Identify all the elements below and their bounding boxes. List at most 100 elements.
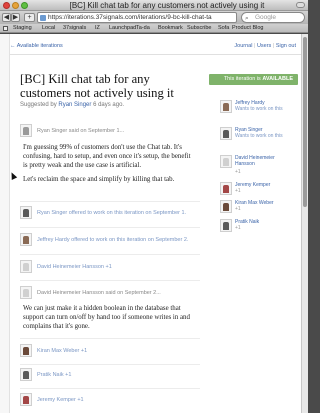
divider [20,254,200,255]
sidebar-person-status: Wants to work on this [235,133,283,139]
avatar-photo [23,263,29,271]
journal-link[interactable]: Journal [234,43,252,49]
scrollbar-thumb[interactable] [303,37,307,207]
activity-text: David Heinemeier Hansson +1 [37,264,112,270]
comment-body: We can just make it a hidden boolean in … [23,304,191,331]
comment-paragraph: Let's reclaim the space and simplify by … [23,176,175,183]
suggester-link[interactable]: Ryan Singer [58,102,91,108]
avatar [220,182,232,195]
avatar [20,286,32,299]
avatar [20,368,32,381]
page-viewport: ← Available iterations Journal | Users |… [0,34,301,413]
divider [20,388,200,389]
activity-text: Jeremy Kemper +1 [37,397,84,403]
minimize-window-button[interactable] [12,2,19,9]
comment-paragraph: We can just make it a hidden boolean in … [23,305,190,330]
address-bar[interactable]: https://iterations.37signals.com/iterati… [37,12,237,23]
divider [20,338,200,339]
comment-paragraph: I'm guessing 99% of customers don't use … [23,144,191,169]
avatar [220,219,232,232]
sidebar-person-status: +1 [235,206,241,212]
comment-meta: Ryan Singer said on September 1... [37,128,125,134]
bookmark-item[interactable]: Sofa [218,24,229,32]
activity-text: Pratik Naik +1 [37,372,72,378]
bookmark-item[interactable]: Product Blog [232,24,264,32]
avatar [20,260,32,273]
window-titlebar: [BC] Kill chat tab for any customers not… [0,0,308,11]
status-prefix: This iteration is [223,76,261,82]
avatar [20,393,32,406]
avatar-photo [23,209,29,217]
bookmarks-grid-icon[interactable] [3,26,8,31]
avatar-photo [223,203,229,211]
add-bookmark-button[interactable]: + [24,13,35,22]
avatar-photo [23,289,29,297]
back-button[interactable]: ◀ [2,13,11,22]
sidebar-person-status: +1 [235,188,241,194]
iteration-title: [BC] Kill chat tab for any customers not… [20,72,174,100]
suggested-when: 6 days ago. [93,102,125,108]
avatar-photo [223,130,229,138]
comment-body: I'm guessing 99% of customers don't use … [23,143,191,184]
bookmark-item[interactable]: Subscribe [187,24,211,32]
avatar [220,100,232,113]
bookmark-item[interactable]: Staging [13,24,32,32]
avatar-photo [223,185,229,193]
account-links: Journal | Users | Sign out [234,43,296,49]
status-badge: This iteration is AVAILABLE [209,74,298,85]
bookmark-item[interactable]: Local [42,24,55,32]
zoom-window-button[interactable] [21,2,28,9]
toolbar-toggle-button[interactable] [296,2,305,8]
avatar-photo [223,103,229,111]
avatar [20,233,32,246]
bookmarks-bar: Staging Local 37signals IZ Launchpad Ta-… [0,24,308,33]
bookmark-item[interactable]: Bookmark [158,24,183,32]
status-value: AVAILABLE [262,76,293,82]
avatar [220,155,232,168]
avatar [20,124,32,137]
activity-text: Ryan Singer offered to work on this iter… [37,210,187,216]
divider [20,280,200,281]
bookmark-item[interactable]: Ta-da [136,24,150,32]
address-url: https://iterations.37signals.com/iterati… [48,14,212,21]
bookmark-item[interactable]: 37signals [63,24,86,32]
bookmark-item[interactable]: IZ [95,24,100,32]
sidebar-person-name[interactable]: David Heinemeier Hansson [235,155,295,167]
avatar-photo [23,371,29,379]
avatar-photo [23,236,29,244]
browser-toolbar: ◀ ▶ + https://iterations.37signals.com/i… [0,11,308,24]
activity-text: Jeffrey Hardy offered to work on this it… [37,237,189,243]
divider [10,54,301,55]
avatar [20,206,32,219]
top-nav: ← Available iterations Journal | Users |… [10,40,301,52]
avatar-photo [23,127,29,135]
comment-meta: David Heinemeier Hansson said on Septemb… [37,290,161,296]
divider [20,364,200,365]
avatar-photo [23,347,29,355]
window-title: [BC] Kill chat tab for any customers not… [69,1,265,10]
sidebar-person-status: +1 [235,225,241,231]
avatar-photo [223,158,229,166]
avatar-photo [23,396,29,404]
search-icon: ⌕ [245,15,249,22]
search-field[interactable]: ⌕ Google [241,12,305,23]
sidebar-person-status: +1 [235,169,241,175]
forward-button[interactable]: ▶ [11,13,20,22]
page-margin [0,34,10,413]
avatar [20,344,32,357]
search-placeholder: Google [255,14,276,21]
mouse-cursor-icon [8,171,18,180]
avatar-photo [223,222,229,230]
suggested-prefix: Suggested by [20,102,57,108]
bookmark-item[interactable]: Launchpad [109,24,136,32]
available-iterations-link[interactable]: ← Available iterations [10,43,63,49]
close-window-button[interactable] [3,2,10,9]
sidebar-person-status: Wants to work on this [235,106,283,112]
users-link[interactable]: Users [257,43,271,49]
divider [20,201,200,202]
vertical-scrollbar[interactable] [301,34,308,413]
sign-out-link[interactable]: Sign out [276,43,296,49]
avatar [220,127,232,140]
divider [20,227,200,228]
activity-text: Kiran Max Weber +1 [37,348,88,354]
